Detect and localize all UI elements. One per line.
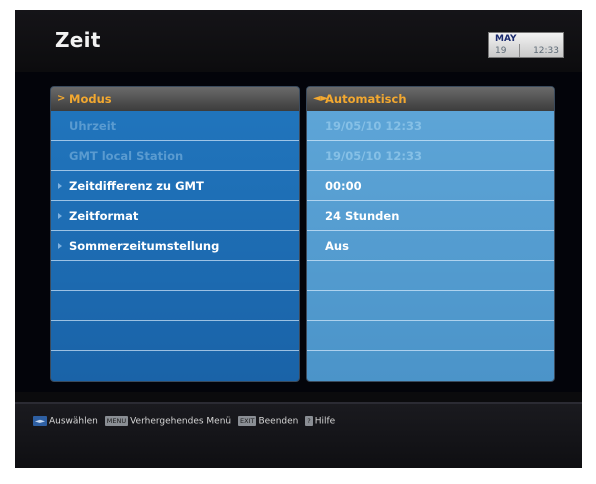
value-row-modus[interactable]: ◄► Automatisch — [307, 87, 554, 111]
hint-label: Auswählen — [49, 416, 98, 427]
hint-label: Beenden — [258, 416, 299, 427]
help-key-icon: ? — [305, 416, 313, 426]
setting-row-sommerzeit[interactable]: Sommerzeitumstellung — [51, 231, 299, 261]
setting-value-modus: Automatisch — [325, 92, 407, 106]
setting-row-uhrzeit: Uhrzeit — [51, 111, 299, 141]
value-row-zeitformat[interactable]: 24 Stunden — [307, 201, 554, 231]
empty-row — [307, 321, 554, 351]
clock-divider — [519, 44, 520, 57]
setting-label: Sommerzeitumstellung — [69, 239, 220, 253]
setting-label: Zeitdifferenz zu GMT — [69, 179, 204, 193]
settings-label-panel: > Modus Uhrzeit GMT local Station Zeitdi… — [50, 86, 300, 382]
setting-label: GMT local Station — [69, 149, 184, 163]
key-hints: ◄► Auswählen MENU Verhergehendes Menü EXIT… — [33, 416, 339, 427]
bullet-icon — [58, 213, 62, 219]
clock-month: MAY — [495, 34, 517, 44]
hint-exit: EXIT Beenden — [238, 416, 298, 427]
setting-value: 24 Stunden — [325, 209, 400, 223]
hint-select: ◄► Auswählen — [33, 416, 98, 427]
setting-value: 19/05/10 12:33 — [325, 149, 423, 163]
exit-key-icon: EXIT — [238, 416, 257, 426]
value-row-sommerzeit[interactable]: Aus — [307, 231, 554, 261]
setting-value: 00:00 — [325, 179, 362, 193]
date-time-badge: MAY 19 12:33 — [488, 32, 564, 58]
setting-row-modus[interactable]: > Modus — [51, 87, 299, 111]
hint-help: ? Hilfe — [305, 416, 335, 427]
setting-value: 19/05/10 12:33 — [325, 119, 423, 133]
setting-label: Uhrzeit — [69, 119, 117, 133]
settings-area: > Modus Uhrzeit GMT local Station Zeitdi… — [15, 72, 582, 392]
value-row-uhrzeit: 19/05/10 12:33 — [307, 111, 554, 141]
screen-header: Zeit MAY 19 12:33 — [15, 10, 582, 72]
hint-label: Hilfe — [314, 416, 336, 427]
arrow-keys-icon: ◄► — [33, 416, 47, 426]
help-bar: ◄► Auswählen MENU Verhergehendes Menü EXIT… — [15, 402, 582, 468]
chevron-right-icon: > — [57, 93, 66, 104]
clock-day: 19 — [495, 46, 507, 56]
bullet-icon — [58, 243, 62, 249]
empty-row — [51, 261, 299, 291]
setting-row-zeitformat[interactable]: Zeitformat — [51, 201, 299, 231]
page-title: Zeit — [55, 28, 101, 52]
settings-value-panel: ◄► Automatisch 19/05/10 12:33 19/05/10 1… — [306, 86, 555, 382]
empty-row — [51, 291, 299, 321]
hint-label: Verhergehendes Menü — [130, 416, 232, 427]
setting-label-modus: Modus — [69, 92, 112, 106]
bullet-icon — [58, 183, 62, 189]
setting-row-zeitdifferenz[interactable]: Zeitdifferenz zu GMT — [51, 171, 299, 201]
hint-menu: MENU Verhergehendes Menü — [104, 416, 232, 427]
setting-row-gmt-local-station: GMT local Station — [51, 141, 299, 171]
clock-time: 12:33 — [533, 46, 559, 56]
value-row-gmt-local-station: 19/05/10 12:33 — [307, 141, 554, 171]
setting-value: Aus — [325, 239, 349, 253]
setting-label: Zeitformat — [69, 209, 139, 223]
empty-row — [51, 321, 299, 351]
empty-row — [307, 291, 554, 321]
value-row-zeitdifferenz[interactable]: 00:00 — [307, 171, 554, 201]
menu-key-icon: MENU — [104, 416, 129, 426]
empty-row — [307, 261, 554, 291]
tv-screen: Zeit MAY 19 12:33 > Modus Uhrzeit GMT lo… — [15, 10, 582, 468]
